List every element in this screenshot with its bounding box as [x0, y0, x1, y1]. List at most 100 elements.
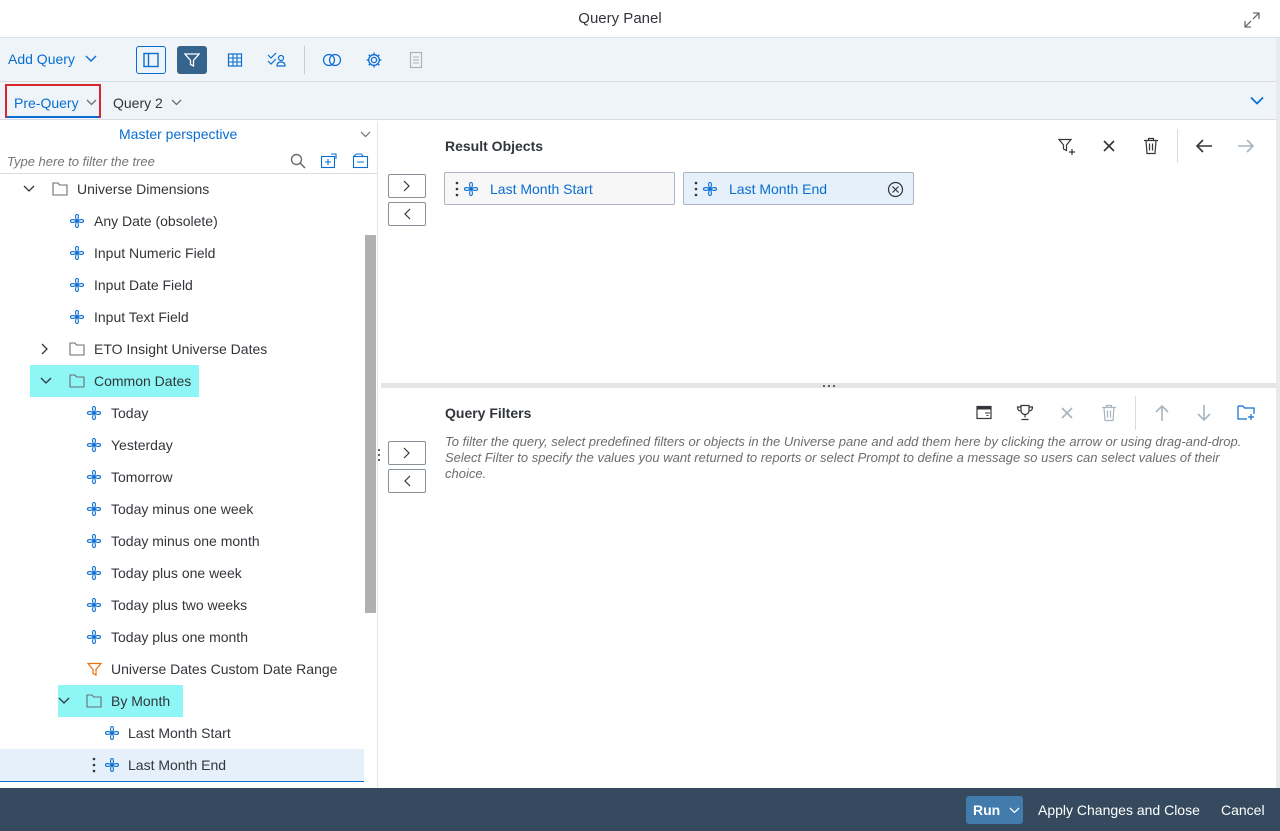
collapse-all-icon[interactable] [352, 153, 370, 169]
combined-query-button[interactable] [317, 46, 347, 74]
user-filter-icon [267, 52, 286, 67]
dimension-icon [104, 725, 120, 741]
tree-item-today[interactable]: Today [0, 397, 364, 429]
arrow-down-icon[interactable] [1197, 404, 1211, 422]
tree-folder-common-dates[interactable]: Common Dates [0, 365, 364, 397]
dimension-icon [86, 405, 102, 421]
query-filters-pane: Query Filters To filter the query, selec… [381, 388, 1276, 788]
remove-chip-icon[interactable] [887, 181, 904, 198]
tree-label: Tomorrow [111, 469, 173, 485]
chevron-down-icon [360, 131, 371, 138]
close-icon[interactable] [1060, 406, 1074, 420]
delete-icon[interactable] [1143, 137, 1159, 155]
add-to-results-button[interactable] [388, 174, 426, 198]
data-preview-button[interactable] [220, 46, 250, 74]
dimension-icon [86, 597, 102, 613]
delete-icon[interactable] [1101, 404, 1117, 422]
dimension-icon [69, 277, 85, 293]
folder-icon [69, 342, 85, 356]
tree-filter-input[interactable] [2, 150, 272, 172]
filter-toggle-button[interactable] [177, 46, 207, 74]
right-edge [1276, 38, 1280, 788]
outline-toggle-button[interactable] [136, 46, 166, 74]
remove-from-filters-button[interactable] [388, 469, 426, 493]
cancel-button[interactable]: Cancel [1221, 802, 1265, 818]
tree-item-last-month-end[interactable]: Last Month End [0, 749, 364, 782]
arrow-up-icon[interactable] [1155, 404, 1169, 422]
tree-folder-universe-dimensions[interactable]: Universe Dimensions [0, 173, 364, 205]
run-button[interactable]: Run [966, 796, 1023, 824]
tree-label: Last Month End [128, 757, 227, 773]
add-to-filters-button[interactable] [388, 441, 426, 465]
expand-icon[interactable] [1242, 10, 1262, 30]
tab-query-2[interactable]: Query 2 [112, 84, 192, 118]
arrow-right-icon[interactable] [1237, 138, 1255, 154]
result-object-chip[interactable]: Last Month Start [444, 172, 675, 205]
collapse-chevron-icon[interactable] [1250, 96, 1264, 105]
filter-panel-icon[interactable] [976, 405, 992, 420]
query-tabs: Pre-Query Query 2 [0, 82, 1280, 120]
result-object-chip[interactable]: Last Month End [683, 172, 914, 205]
tree-item-any-date[interactable]: Any Date (obsolete) [0, 205, 364, 237]
tree-item-tomorrow[interactable]: Tomorrow [0, 461, 364, 493]
table-icon [227, 53, 243, 67]
add-query-label: Add Query [8, 51, 75, 67]
result-objects-title: Result Objects [445, 138, 544, 154]
perspective-select[interactable]: Master perspective [0, 121, 377, 147]
dimension-icon [69, 309, 85, 325]
tree-label: Today plus one week [111, 565, 242, 581]
tree-label: Universe Dates Custom Date Range [111, 661, 338, 677]
dimension-icon [69, 245, 85, 261]
tree-item-input-date-field[interactable]: Input Date Field [0, 269, 364, 301]
tree-scrollbar-thumb[interactable] [365, 235, 376, 613]
tree-item-today-plus-week[interactable]: Today plus one week [0, 557, 364, 589]
trophy-icon[interactable] [1016, 404, 1034, 421]
query-filters-title: Query Filters [445, 405, 532, 421]
chevron-down-icon [85, 55, 97, 62]
predefined-filter-icon [87, 662, 102, 676]
tree-folder-by-month[interactable]: By Month [0, 685, 364, 717]
close-icon[interactable] [1102, 139, 1116, 153]
chip-label: Last Month End [729, 181, 828, 197]
filter-icon [184, 53, 200, 68]
tree-label: By Month [111, 693, 171, 709]
settings-button[interactable] [359, 46, 389, 74]
tree-item-yesterday[interactable]: Yesterday [0, 429, 364, 461]
add-subquery-icon[interactable] [1237, 404, 1255, 421]
add-query-button[interactable]: Add Query [8, 51, 97, 67]
tree-folder-eto-insight[interactable]: ETO Insight Universe Dates [0, 333, 364, 365]
script-viewer-button[interactable] [401, 46, 431, 74]
combined-query-icon [322, 53, 342, 67]
tree-item-today-plus-month[interactable]: Today plus one month [0, 621, 364, 653]
toolbar-divider [1135, 396, 1136, 430]
tree-item-input-text-field[interactable]: Input Text Field [0, 301, 364, 333]
tab-pre-query[interactable]: Pre-Query [5, 84, 101, 118]
selected-tab-indicator [7, 116, 99, 118]
tree-item-last-month-start[interactable]: Last Month Start [0, 717, 364, 749]
dimension-icon [86, 469, 102, 485]
tree-label: Input Numeric Field [94, 245, 216, 261]
dimension-icon [463, 181, 479, 197]
tree-item-input-numeric-field[interactable]: Input Numeric Field [0, 237, 364, 269]
chevron-down-icon [171, 99, 182, 106]
tree-item-today-plus-two-weeks[interactable]: Today plus two weeks [0, 589, 364, 621]
dimension-icon [69, 213, 85, 229]
remove-from-results-button[interactable] [388, 202, 426, 226]
arrow-left-icon[interactable] [1195, 138, 1213, 154]
expand-all-icon[interactable] [320, 153, 338, 169]
tree-item-today-minus-month[interactable]: Today minus one month [0, 525, 364, 557]
tree-label: Last Month Start [128, 725, 231, 741]
add-filter-icon[interactable] [1058, 138, 1076, 156]
tree-label: Today minus one month [111, 533, 260, 549]
tree-item-custom-date-range[interactable]: Universe Dates Custom Date Range [0, 653, 364, 685]
dimension-icon [104, 757, 120, 773]
apply-changes-close-button[interactable]: Apply Changes and Close [1038, 802, 1200, 818]
dimension-icon [702, 181, 718, 197]
tab-label: Query 2 [113, 95, 163, 111]
window-title: Query Panel [578, 10, 662, 27]
search-icon[interactable] [290, 153, 306, 169]
filter-people-button[interactable] [262, 46, 292, 74]
toolbar: Add Query [0, 38, 1280, 82]
chevron-right-icon [403, 180, 410, 192]
tree-item-today-minus-week[interactable]: Today minus one week [0, 493, 364, 525]
